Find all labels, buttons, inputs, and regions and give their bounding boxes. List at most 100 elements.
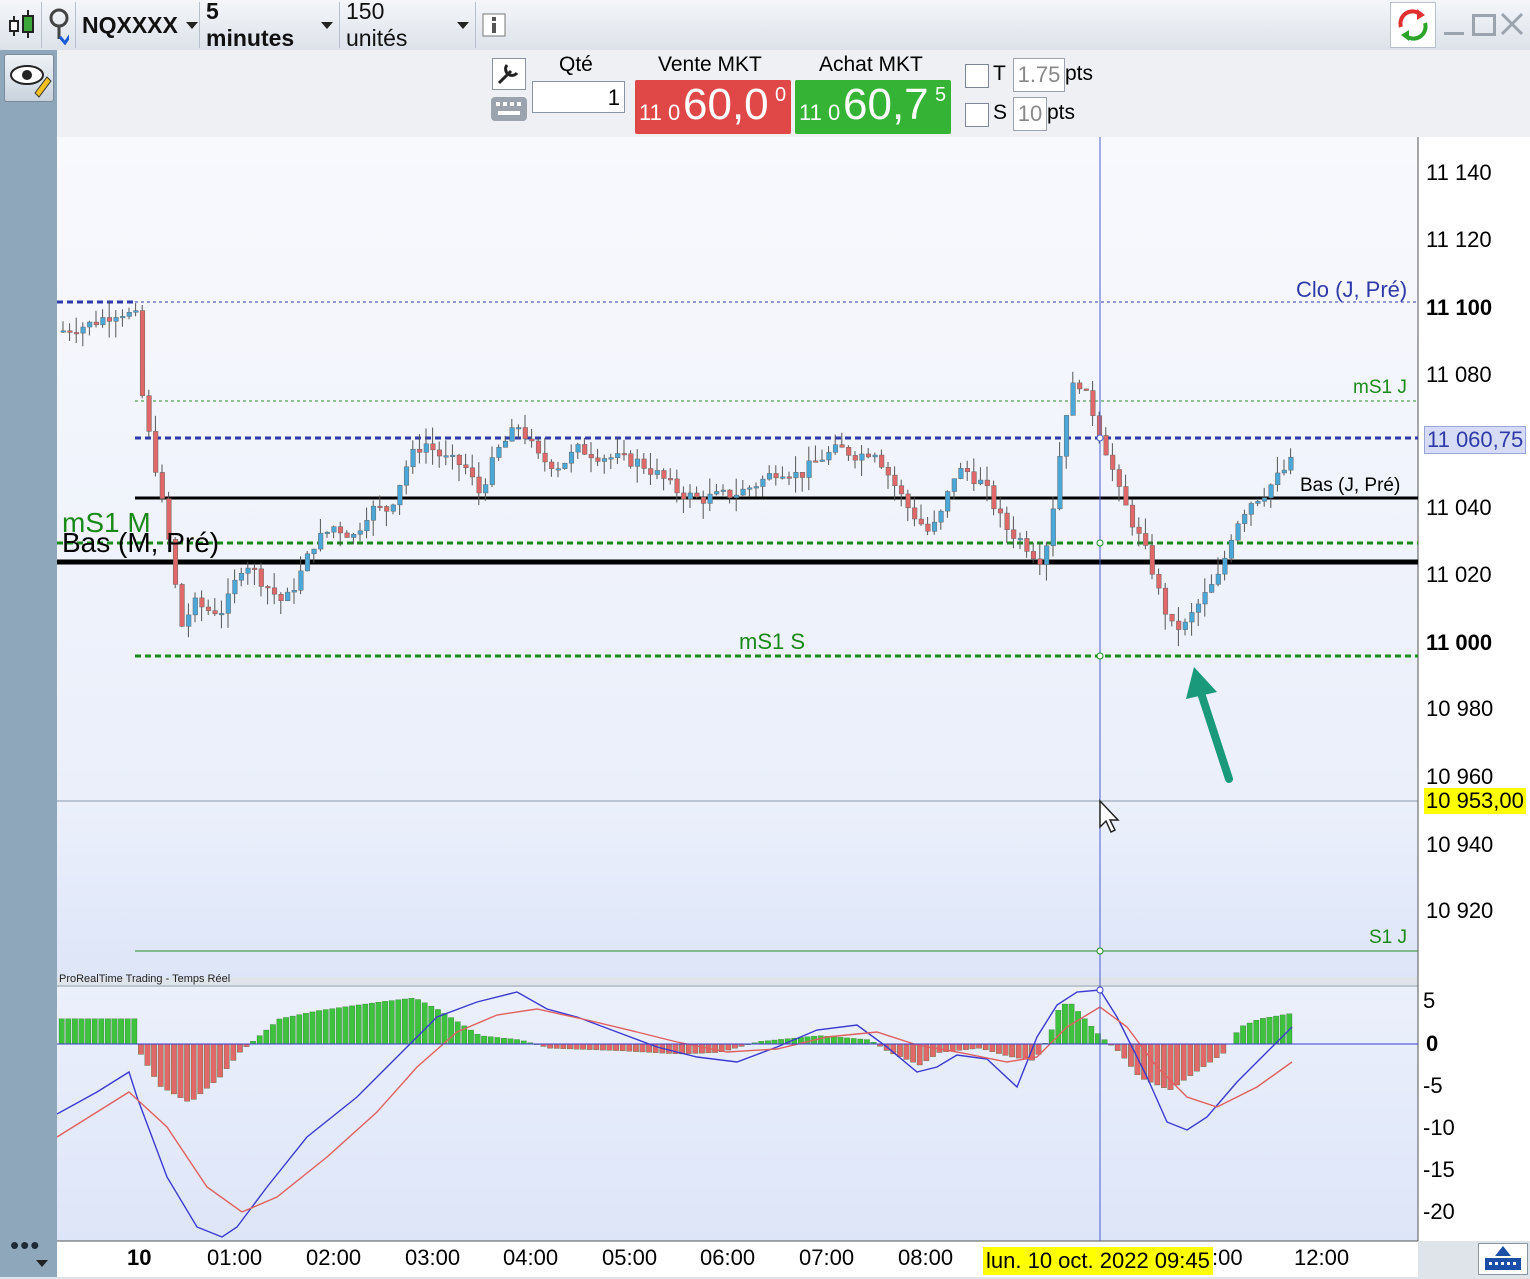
quantity-input[interactable]: 1 [532, 81, 625, 113]
sell-market-button[interactable]: 11 0 60,0 0 [635, 80, 791, 134]
macd-histogram-bar [514, 1040, 519, 1044]
macd-histogram-bar [1214, 1044, 1219, 1058]
macd-histogram-bar [501, 1038, 506, 1044]
macd-histogram-bar [165, 1044, 170, 1090]
macd-histogram-bar [264, 1030, 269, 1044]
take-profit-input[interactable]: 1.75 [1013, 58, 1065, 92]
macd-histogram-bar [138, 1044, 143, 1054]
chevron-down-icon [457, 22, 469, 29]
candle-body [543, 453, 548, 462]
macd-histogram-bar [547, 1044, 552, 1048]
candle-body [741, 489, 746, 495]
take-profit-checkbox[interactable] [965, 64, 989, 88]
candle-body [688, 493, 693, 499]
candle-body [114, 317, 119, 321]
info-button[interactable] [476, 2, 512, 48]
stop-loss-input[interactable]: 10 [1013, 97, 1047, 131]
macd-histogram-bar [818, 1036, 823, 1044]
stop-loss-checkbox[interactable] [965, 103, 989, 127]
macd-histogram-bar [191, 1044, 196, 1099]
macd-histogram-bar [712, 1044, 717, 1053]
candle-body [252, 568, 257, 570]
candle-body [1091, 391, 1096, 416]
candle-body [1084, 389, 1089, 391]
candle-body [615, 453, 620, 457]
info-icon [482, 13, 506, 37]
link-button[interactable] [42, 2, 76, 48]
price-tick-label: 10 920 [1426, 898, 1493, 924]
candle-body [708, 494, 713, 503]
macd-histogram-bar [1122, 1044, 1127, 1058]
clo-level-label: Clo (J, Pré) [1296, 277, 1407, 303]
macd-histogram-bar [686, 1044, 691, 1054]
macd-histogram-bar [640, 1044, 645, 1052]
units-selector[interactable]: 150 unités [340, 2, 476, 48]
candle-body [1190, 612, 1195, 622]
candle-body [127, 312, 132, 316]
macd-histogram-bar [726, 1044, 731, 1050]
chart-type-button[interactable] [0, 2, 42, 48]
chevron-down-icon [321, 22, 333, 29]
macd-histogram-bar [105, 1019, 110, 1044]
macd-histogram-bar [349, 1006, 354, 1044]
indicator-tick-label: -10 [1423, 1115, 1455, 1141]
buy-price-prefix: 11 0 [799, 100, 840, 126]
settings-button[interactable] [492, 58, 526, 90]
candle-body [939, 511, 944, 522]
candle-body [959, 468, 964, 478]
chart-area[interactable]: 11 14011 12011 10011 08011 04011 02011 0… [57, 137, 1530, 1277]
chevron-down-icon[interactable] [36, 1260, 48, 1267]
macd-histogram-bar [554, 1044, 559, 1048]
more-icon[interactable]: ••• [10, 1235, 40, 1255]
macd-histogram-bar [1082, 1019, 1087, 1044]
candle-body [596, 458, 601, 462]
close-icon[interactable] [1500, 12, 1524, 36]
symbol-selector[interactable]: NQXXXX [76, 2, 200, 48]
macd-histogram-bar [297, 1015, 302, 1044]
macd-histogram-bar [1273, 1016, 1278, 1044]
macd-histogram-bar [917, 1044, 922, 1065]
candle-body [1223, 558, 1228, 574]
candle-body [833, 445, 838, 453]
cursor-date-tag: lun. 10 oct. 2022 09:45 [983, 1247, 1213, 1275]
time-tick-label: 10 [127, 1245, 151, 1271]
macd-histogram-bar [488, 1037, 493, 1044]
candle-body [523, 427, 528, 438]
candle-body [1269, 485, 1274, 498]
macd-histogram-bar [778, 1039, 783, 1044]
view-button[interactable] [4, 54, 54, 102]
candle-body [1209, 584, 1214, 592]
indicator-tick-label: -15 [1423, 1157, 1455, 1183]
cursor-dot [1097, 653, 1103, 659]
price-chart[interactable] [57, 137, 1530, 1277]
minimize-icon[interactable] [1444, 16, 1464, 35]
macd-histogram-bar [957, 1044, 962, 1050]
macd-histogram-bar [118, 1019, 123, 1044]
keyboard-icon[interactable] [490, 95, 528, 123]
macd-histogram-bar [666, 1044, 671, 1053]
macd-histogram-bar [1267, 1017, 1272, 1044]
candle-body [635, 459, 640, 466]
timeframe-selector[interactable]: 5 minutes [200, 2, 340, 48]
scroll-to-latest-button[interactable] [1478, 1243, 1528, 1275]
macd-histogram-bar [290, 1016, 295, 1044]
time-tick-label: 05:00 [602, 1245, 657, 1271]
candle-body [761, 479, 766, 486]
candle-body [193, 598, 198, 615]
macd-histogram-bar [277, 1019, 282, 1044]
buy-market-button[interactable]: 11 0 60,7 5 [795, 80, 951, 134]
candle-body [1262, 498, 1267, 501]
macd-histogram-bar [508, 1039, 513, 1044]
candle-body [985, 480, 990, 486]
maximize-icon[interactable] [1472, 14, 1496, 36]
candle-body [497, 447, 502, 457]
candle-body [1064, 415, 1069, 456]
candle-body [1071, 383, 1076, 416]
candle-body [1110, 455, 1115, 469]
candle-body [299, 571, 304, 590]
sell-label: Vente MKT [658, 53, 762, 77]
candle-body [1058, 456, 1063, 509]
candle-body [1256, 501, 1261, 503]
refresh-button[interactable] [1390, 2, 1436, 48]
candle-body [1176, 621, 1181, 630]
